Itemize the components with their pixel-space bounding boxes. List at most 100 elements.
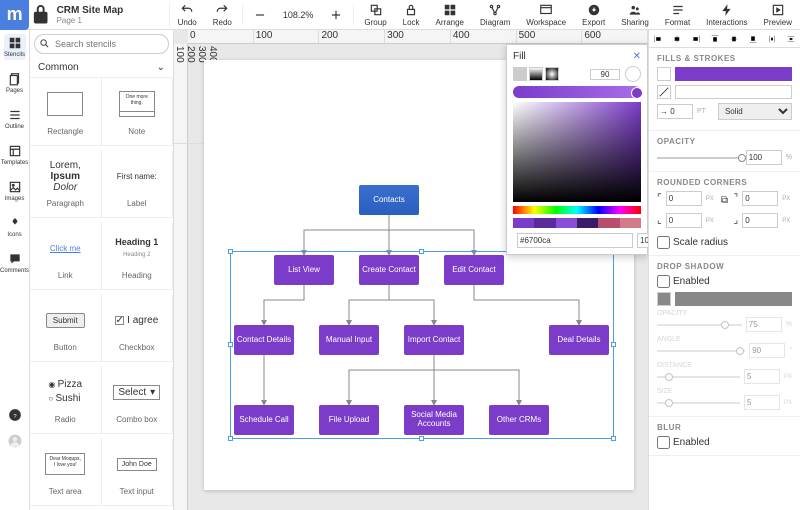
swatch-flat[interactable]	[513, 67, 527, 81]
stencil-note[interactable]: One more thing.Note	[102, 78, 174, 146]
shadow-size-slider[interactable]	[657, 402, 740, 404]
lock-button[interactable]: Lock	[395, 0, 428, 29]
stencil-heading[interactable]: Heading 1Heading 2Heading	[102, 222, 174, 290]
scale-radius-checkbox[interactable]	[657, 236, 670, 249]
document-title-area[interactable]: CRM Site Map Page 1	[53, 3, 170, 27]
shadow-color-swatch[interactable]	[657, 292, 671, 306]
hex-input[interactable]	[517, 233, 633, 248]
corner-tl[interactable]	[666, 191, 702, 206]
node-edit-contact[interactable]: Edit Contact	[444, 255, 504, 285]
opacity-heading: OPACITY	[657, 137, 792, 146]
stroke-swatch[interactable]	[657, 85, 671, 99]
redo-button[interactable]: Redo	[205, 0, 240, 29]
shadow-angle-slider[interactable]	[657, 350, 745, 352]
rail-images[interactable]: Images	[4, 178, 26, 204]
stencil-textinput[interactable]: John DoeText input	[102, 438, 174, 506]
arrange-button[interactable]: Arrange	[428, 0, 472, 29]
page-label: Page 1	[57, 16, 165, 25]
node-list-view[interactable]: List View	[274, 255, 334, 285]
node-create-contact[interactable]: Create Contact	[359, 255, 419, 285]
preview-button[interactable]: Preview	[756, 0, 800, 29]
node-import-contact[interactable]: Import Contact	[404, 325, 464, 355]
link-corners-icon[interactable]: ⧉	[719, 195, 731, 206]
node-schedule-call[interactable]: Schedule Call	[234, 405, 294, 435]
stencil-label[interactable]: First name:Label	[102, 150, 174, 218]
diagram-button[interactable]: Diagram	[472, 0, 518, 29]
stroke-width-input[interactable]	[657, 104, 693, 119]
fill-preview[interactable]	[675, 67, 792, 81]
help-button[interactable]: ?	[4, 406, 26, 424]
color-area[interactable]	[513, 102, 641, 202]
corner-br-icon: ⌟	[734, 215, 739, 226]
stroke-preview[interactable]	[675, 85, 792, 99]
rail-outline[interactable]: Outline	[4, 106, 26, 132]
rail-pages[interactable]: Pages	[4, 70, 26, 96]
search-stencils[interactable]	[34, 34, 169, 54]
stencil-paragraph[interactable]: Lorem,IpsumDolorParagraph	[30, 150, 102, 218]
corner-bl[interactable]	[666, 213, 702, 228]
stroke-style-select[interactable]: Solid	[718, 103, 792, 120]
stencil-button[interactable]: SubmitButton	[30, 294, 102, 362]
swatch-gradient[interactable]	[529, 67, 543, 81]
gradient-bar[interactable]	[513, 86, 641, 98]
workspace-button[interactable]: Workspace	[518, 0, 574, 29]
lock-indicator-icon[interactable]	[29, 3, 52, 26]
interactions-button[interactable]: Interactions	[698, 0, 755, 29]
format-button[interactable]: Format	[657, 0, 698, 29]
app-logo[interactable]: m	[0, 0, 29, 30]
fills-heading: FILLS & STROKES	[657, 54, 792, 63]
ruler-vertical: 100200300400	[174, 44, 188, 510]
rail-templates[interactable]: Templates	[4, 142, 26, 168]
zoom-in-button[interactable]	[321, 0, 351, 29]
corner-br[interactable]	[742, 213, 778, 228]
search-input[interactable]	[34, 34, 169, 54]
alpha-input[interactable]	[637, 233, 648, 248]
blur-heading: BLUR	[657, 423, 792, 432]
stencil-textarea[interactable]: Dear Moqups, I love you!Text area	[30, 438, 102, 506]
corner-bl-icon: ⌞	[657, 215, 662, 226]
swatch-radial[interactable]	[545, 67, 559, 81]
stencil-rectangle[interactable]: Rectangle	[30, 78, 102, 146]
node-deal-details[interactable]: Deal Details	[549, 325, 609, 355]
corner-tr[interactable]	[742, 191, 778, 206]
opacity-input[interactable]	[746, 150, 782, 165]
zoom-level[interactable]: 108.2%	[275, 0, 322, 29]
stencil-radio[interactable]: ◉ Pizza○ SushiRadio	[30, 366, 102, 434]
document-title: CRM Site Map	[57, 5, 165, 16]
popover-title: Fill	[513, 51, 526, 62]
align-tabs[interactable]	[649, 30, 800, 48]
rail-comments[interactable]: Comments	[4, 250, 26, 276]
sharing-button[interactable]: Sharing	[613, 0, 657, 29]
stencil-checkbox[interactable]: ✓I agreeCheckbox	[102, 294, 174, 362]
rail-stencils[interactable]: Stencils	[4, 34, 26, 60]
hue-slider[interactable]	[513, 206, 641, 214]
undo-button[interactable]: Undo	[170, 0, 205, 29]
fill-swatch[interactable]	[657, 67, 671, 81]
zoom-out-button[interactable]	[245, 0, 275, 29]
stencil-group-header[interactable]: Common⌄	[30, 58, 173, 78]
node-manual-input[interactable]: Manual Input	[319, 325, 379, 355]
node-file-upload[interactable]: File Upload	[319, 405, 379, 435]
shadow-distance-slider[interactable]	[657, 376, 740, 378]
group-button[interactable]: Group	[356, 0, 394, 29]
node-social-media[interactable]: Social Media Accounts	[404, 405, 464, 435]
recent-colors[interactable]	[513, 218, 641, 228]
close-icon[interactable]: ✕	[633, 51, 641, 62]
shadow-opacity-slider[interactable]	[657, 324, 742, 326]
shadow-enabled-checkbox[interactable]	[657, 275, 670, 288]
blur-enabled-checkbox[interactable]	[657, 436, 670, 449]
stencil-combobox[interactable]: Select▾Combo box	[102, 366, 174, 434]
user-avatar[interactable]	[4, 432, 26, 450]
circle-icon[interactable]	[625, 66, 641, 82]
node-other-crms[interactable]: Other CRMs	[489, 405, 549, 435]
node-contacts[interactable]: Contacts	[359, 185, 419, 215]
stencil-link[interactable]: Click meLink	[30, 222, 102, 290]
opacity-slider[interactable]	[657, 157, 742, 159]
node-contact-details[interactable]: Contact Details	[234, 325, 294, 355]
export-button[interactable]: Export	[574, 0, 613, 29]
ruler-horizontal: 0100200300400500600	[188, 30, 648, 44]
fill-color-popover[interactable]: Fill✕ %	[506, 44, 648, 255]
fill-opacity-input[interactable]	[590, 69, 620, 80]
rail-icons[interactable]: Icons	[4, 214, 26, 240]
canvas[interactable]: 0100200300400500600 100200300400 Contact…	[174, 30, 648, 510]
